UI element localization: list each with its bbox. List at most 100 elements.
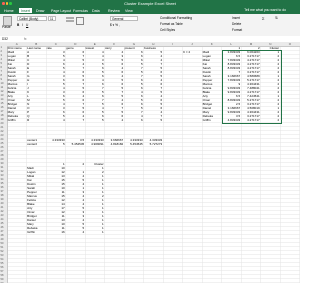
row-header[interactable]: 23 — [1, 134, 4, 137]
table-cell[interactable]: 5 — [47, 142, 65, 146]
row-header[interactable]: 37 — [1, 190, 4, 193]
row-header[interactable]: 43 — [1, 214, 4, 217]
row-header[interactable]: 57 — [1, 270, 4, 273]
cell-styles-button[interactable]: Cell Styles — [160, 28, 175, 32]
row-header[interactable]: 58 — [1, 274, 4, 277]
delete-cells-button[interactable]: Delete — [232, 22, 241, 26]
font-select[interactable]: Calibri (Body) — [17, 16, 47, 21]
row-header[interactable]: 44 — [1, 218, 4, 221]
row-header[interactable]: 3 — [1, 54, 2, 57]
table-cell[interactable]: 4 — [66, 230, 85, 234]
table-cell[interactable]: 4.818182 — [105, 142, 124, 146]
table-cell[interactable]: 4 — [105, 118, 124, 122]
row-header[interactable]: 51 — [1, 246, 4, 249]
row-header[interactable]: 18 — [1, 114, 4, 117]
row-header[interactable]: 15 — [1, 102, 4, 105]
table-cell[interactable]: 5 — [86, 118, 104, 122]
table-cell[interactable]: 16 — [47, 230, 64, 234]
row-header[interactable]: 56 — [1, 266, 4, 269]
row-header[interactable]: 49 — [1, 238, 4, 241]
worksheet-grid[interactable]: ABCDEFGHIJKLMNO 1 2 3 4 5 6 7 8 9 10 11 12 13 14 15 16 1… — [0, 42, 300, 283]
row-header[interactable]: 16 — [1, 106, 4, 109]
search-box[interactable]: Tell me what you want to do — [244, 8, 286, 12]
row-header[interactable]: 22 — [1, 130, 4, 133]
formula-input[interactable] — [31, 36, 299, 42]
table-cell[interactable]: R — [27, 118, 45, 122]
format-cells-button[interactable]: Format — [232, 28, 242, 32]
row-header[interactable]: 11 — [1, 86, 4, 89]
column-header[interactable]: J — [191, 42, 193, 46]
row-header[interactable]: 42 — [1, 210, 4, 213]
wrap-icon[interactable] — [76, 17, 84, 25]
row-header[interactable]: 13 — [1, 94, 4, 97]
row-header[interactable]: 9 — [1, 78, 2, 81]
row-header[interactable]: 48 — [1, 234, 4, 237]
row-header[interactable]: 6 — [1, 66, 2, 69]
row-header[interactable]: 29 — [1, 158, 4, 161]
row-header[interactable]: 35 — [1, 182, 4, 185]
tab-page-layout[interactable]: Page Layout — [51, 9, 71, 13]
row-header[interactable]: 55 — [1, 262, 4, 265]
tab-formulas[interactable]: Formulas — [73, 9, 88, 13]
column-header[interactable]: I — [172, 42, 173, 46]
sum-icon[interactable]: Σ — [262, 16, 264, 21]
row-header[interactable]: 32 — [1, 170, 4, 173]
row-header[interactable]: 28 — [1, 154, 4, 157]
tab-draw[interactable]: Draw — [36, 9, 44, 13]
table-cell[interactable]: Griffin — [8, 118, 26, 122]
row-header[interactable]: 7 — [1, 70, 2, 73]
row-header[interactable]: 52 — [1, 250, 4, 253]
column-header[interactable]: O — [289, 42, 291, 46]
format-as-table-button[interactable]: Format as Table — [160, 22, 183, 26]
currency-icon[interactable]: $ ▾ % , — [110, 23, 120, 27]
table-cell[interactable]: 5.727273 — [144, 142, 163, 146]
row-header[interactable]: 41 — [1, 206, 4, 209]
table-cell[interactable]: 4.909091 — [86, 142, 104, 146]
row-header[interactable]: 59 — [1, 278, 4, 281]
row-header[interactable]: 54 — [1, 258, 4, 261]
number-format-select[interactable]: General — [110, 16, 138, 21]
row-header[interactable]: 40 — [1, 202, 4, 205]
align-icon[interactable] — [66, 17, 74, 23]
tab-home[interactable]: Home — [4, 9, 14, 13]
row-header[interactable]: 8 — [1, 74, 2, 77]
row-header[interactable]: 26 — [1, 146, 4, 149]
table-cell[interactable]: 2 — [66, 162, 85, 166]
row-header[interactable]: 31 — [1, 166, 4, 169]
row-header[interactable]: 45 — [1, 222, 4, 225]
insert-cells-button[interactable]: Insert — [232, 16, 240, 20]
table-cell[interactable]: center2 — [27, 142, 45, 146]
row-header[interactable]: 17 — [1, 110, 4, 113]
row-header[interactable]: 38 — [1, 194, 4, 197]
row-header[interactable]: 19 — [1, 118, 4, 121]
table-cell[interactable]: 6 — [125, 118, 143, 122]
conditional-formatting-button[interactable]: Conditional Formatting — [160, 16, 192, 20]
tab-view[interactable]: View — [125, 9, 133, 13]
bold-button[interactable]: B — [17, 23, 19, 27]
name-box[interactable]: D32 — [1, 36, 17, 42]
row-header[interactable]: 2 — [1, 50, 2, 53]
table-cell[interactable]: Griffin — [27, 230, 45, 234]
row-header[interactable]: 30 — [1, 162, 4, 165]
row-header[interactable]: 1 — [1, 46, 2, 49]
row-header[interactable]: 4 — [1, 58, 2, 61]
row-header[interactable]: 21 — [1, 126, 4, 129]
row-header[interactable]: 39 — [1, 198, 4, 201]
tab-review[interactable]: Review — [108, 9, 120, 13]
column-header[interactable]: K — [211, 42, 213, 46]
font-size-select[interactable]: 11 — [48, 16, 56, 21]
underline-button[interactable]: U — [26, 23, 28, 27]
row-header[interactable]: 33 — [1, 174, 4, 177]
row-header[interactable]: 27 — [1, 150, 4, 153]
row-header[interactable]: 12 — [1, 90, 4, 93]
table-cell[interactable]: Griffin — [203, 118, 221, 122]
table-cell[interactable]: 5 — [144, 118, 163, 122]
sort-filter-icon[interactable]: ⇅ — [275, 16, 278, 20]
table-cell[interactable]: 1 — [86, 230, 104, 234]
row-header[interactable]: 20 — [1, 122, 4, 125]
row-header[interactable]: 47 — [1, 230, 4, 233]
tab-data[interactable]: Data — [92, 9, 100, 13]
row-header[interactable]: 46 — [1, 226, 4, 229]
row-header[interactable]: 5 — [1, 62, 2, 65]
tab-insert[interactable]: Insert — [19, 7, 32, 13]
